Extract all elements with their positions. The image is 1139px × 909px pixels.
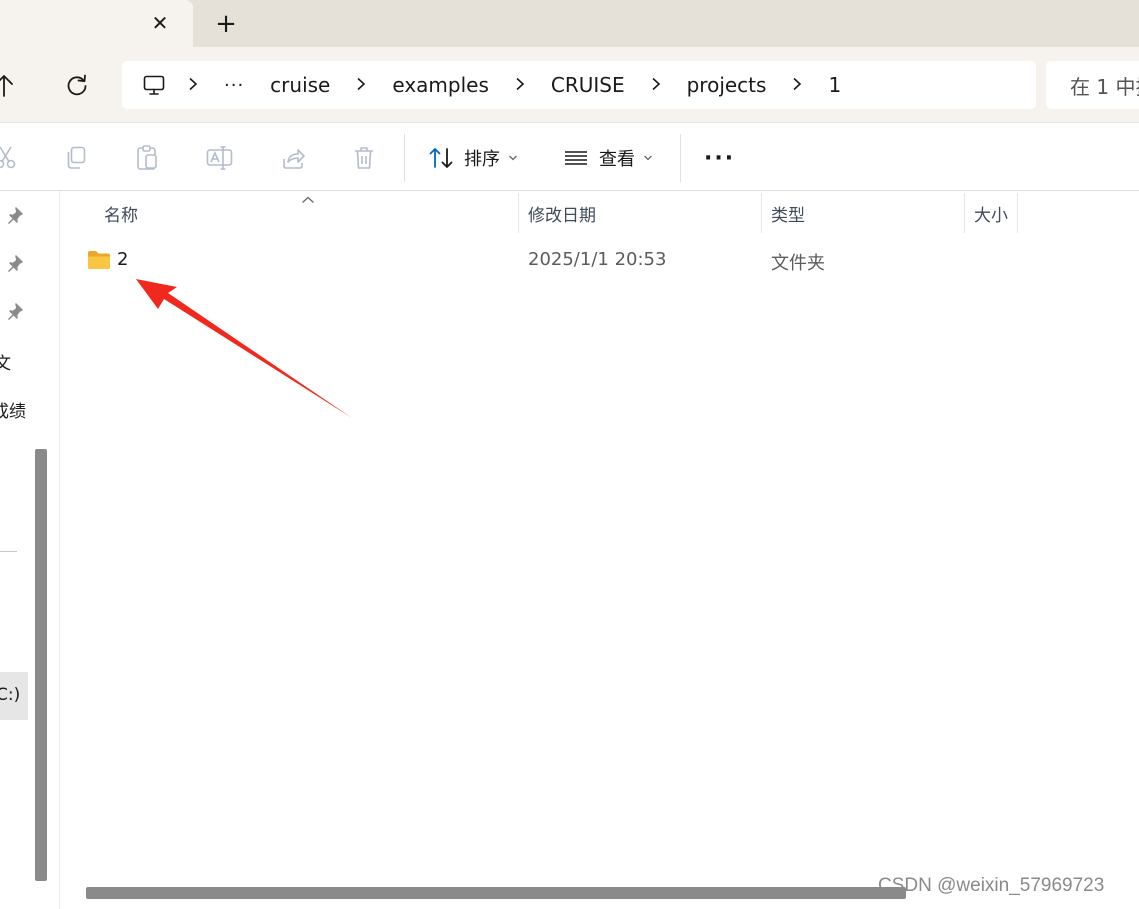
breadcrumb-examples[interactable]: examples [392, 73, 489, 97]
chevron-up-icon [302, 196, 314, 203]
pin-icon [7, 207, 23, 225]
nav-pinned-item[interactable] [7, 303, 23, 325]
column-divider[interactable] [1017, 193, 1018, 233]
breadcrumb[interactable]: ··· cruise examples CRUISE projects 1 [122, 61, 1036, 109]
share-button[interactable] [280, 145, 306, 171]
close-icon: ✕ [151, 11, 169, 35]
file-modified-date: 2025/1/1 20:53 [528, 249, 667, 270]
nav-divider [0, 551, 17, 552]
see-more-button[interactable]: ··· [704, 144, 735, 172]
file-name: 2 [117, 249, 129, 270]
breadcrumb-overflow-button[interactable]: ··· [224, 75, 244, 96]
chevron-down-icon [644, 155, 652, 161]
chevron-down-icon [509, 155, 517, 161]
rename-icon [206, 146, 233, 170]
sort-icon [429, 148, 453, 168]
up-button[interactable] [0, 72, 16, 100]
chevron-right-icon [792, 76, 802, 95]
nav-pinned-item[interactable] [7, 207, 23, 229]
new-tab-button[interactable]: + [210, 8, 242, 40]
rename-button[interactable] [206, 145, 234, 171]
refresh-button[interactable] [64, 72, 90, 98]
list-view-icon [565, 151, 587, 165]
red-arrow-annotation [136, 279, 352, 418]
column-header-size[interactable]: 大小 [974, 201, 1008, 226]
cut-button[interactable] [0, 144, 18, 170]
nav-scrollbar[interactable] [35, 449, 47, 881]
column-header-type[interactable]: 类型 [771, 201, 805, 226]
view-label: 查看 [599, 149, 635, 170]
view-button[interactable]: 查看 [563, 144, 653, 172]
nav-item-chengji[interactable]: 成绩 [0, 397, 26, 422]
search-placeholder: 在 1 中搜索 [1070, 74, 1139, 99]
chevron-right-icon [515, 76, 525, 95]
file-type: 文件夹 [771, 253, 825, 274]
nav-item-wen[interactable]: 文 [0, 349, 11, 374]
nav-pinned-item[interactable] [7, 255, 23, 277]
breadcrumb-CRUISE[interactable]: CRUISE [551, 73, 625, 97]
plus-icon: + [215, 9, 237, 39]
paste-button[interactable] [135, 144, 159, 172]
sort-label: 排序 [464, 149, 500, 170]
arrow-up-icon [0, 75, 13, 97]
toolbar-divider [404, 134, 405, 182]
share-icon [283, 149, 305, 169]
copy-icon [67, 146, 86, 169]
chevron-right-icon [188, 76, 198, 95]
navigation-pane [0, 191, 56, 909]
column-divider[interactable] [964, 193, 965, 233]
horizontal-scrollbar[interactable] [86, 887, 906, 899]
sort-button[interactable]: 排序 [428, 144, 518, 172]
breadcrumb-1[interactable]: 1 [828, 73, 841, 97]
search-input[interactable]: 在 1 中搜索 [1046, 61, 1139, 109]
folder-icon [87, 250, 111, 274]
scissors-icon [0, 146, 16, 169]
trash-icon [355, 147, 373, 169]
refresh-icon [67, 74, 87, 96]
column-header-name[interactable]: 名称 [104, 201, 138, 226]
breadcrumb-projects[interactable]: projects [687, 73, 767, 97]
breadcrumb-cruise[interactable]: cruise [270, 73, 330, 97]
delete-button[interactable] [352, 145, 376, 171]
chevron-right-icon [651, 76, 661, 95]
this-pc-icon [142, 73, 166, 97]
close-tab-button[interactable]: ✕ [145, 8, 175, 38]
clipboard-icon [137, 145, 157, 170]
toolbar-divider [680, 134, 681, 182]
more-icon: ··· [704, 145, 736, 171]
copy-button[interactable] [64, 145, 88, 171]
column-header-date[interactable]: 修改日期 [528, 201, 596, 226]
drive-label: C:) [0, 685, 21, 705]
pin-icon [7, 255, 23, 273]
column-divider[interactable] [518, 193, 519, 233]
nav-item-drive-c[interactable]: C:) [0, 672, 28, 720]
sort-ascending-indicator [301, 189, 315, 208]
pin-icon [7, 303, 23, 321]
column-divider[interactable] [761, 193, 762, 233]
chevron-right-icon [356, 76, 366, 95]
watermark: CSDN @weixin_57969723 [878, 875, 1105, 896]
